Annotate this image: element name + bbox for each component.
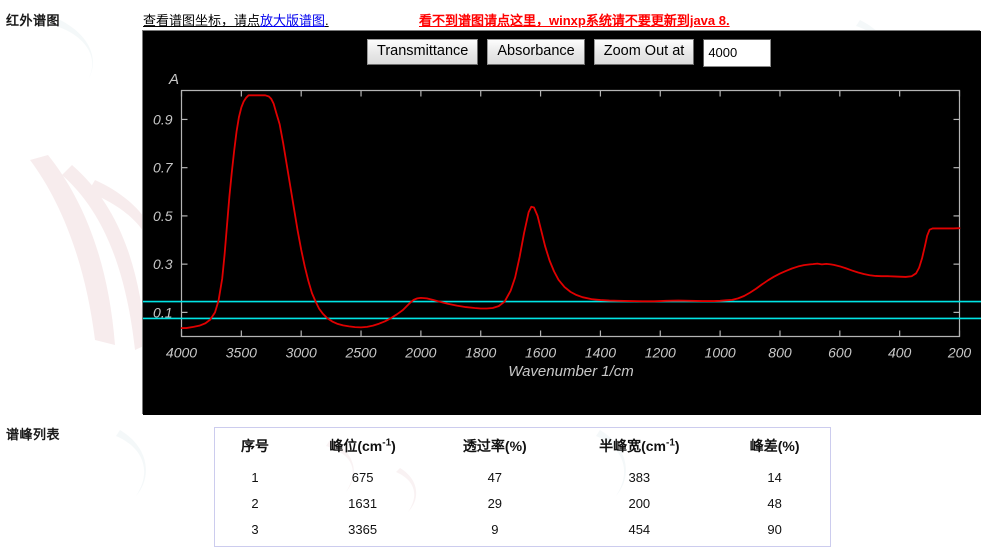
column-header-fwhm-unit: -1 [665,437,675,449]
table-header-row: 序号 峰位(cm-1) 透过率(%) 半峰宽(cm-1) 峰差(%) [215,428,830,465]
spectrum-plot[interactable]: A 4000 3500 3000 2500 2000 1800 1600 1400 1200 10… [143,31,981,415]
peak-transmittance: 47 [487,470,503,485]
column-header-fwhm-text: 半峰宽(cm [599,438,666,454]
spectrum-applet-panel: A 4000 3500 3000 2500 2000 1800 1600 1400 1200 10… [142,30,981,415]
column-header-peak-diff-text: 峰差(%) [749,438,800,454]
y-tick-label: 0.7 [153,160,174,176]
zoom-out-button[interactable]: Zoom Out at [593,39,695,66]
column-header-transmittance: 透过率(%) [430,428,559,465]
peak-list-table-body: 1 675 47 383 14 2 1631 29 200 48 3 3365 9 454 90 [215,465,830,543]
peak-list-table: 序号 峰位(cm-1) 透过率(%) 半峰宽(cm-1) 峰差(%) 1 675 4… [215,428,830,543]
x-tick-label: 1400 [585,345,616,361]
column-header-position-tail: ) [391,438,396,454]
peak-list-table-container: 序号 峰位(cm-1) 透过率(%) 半峰宽(cm-1) 峰差(%) 1 675 4… [214,427,831,547]
transmittance-button[interactable]: Transmittance [367,39,479,66]
y-tick-label: 0.5 [153,208,173,224]
x-tick-label: 2000 [404,345,436,361]
peak-transmittance: 9 [491,522,499,537]
peak-index: 1 [251,470,259,485]
y-tick-label: 0.3 [153,256,173,272]
x-tick-label: 200 [947,345,972,361]
column-header-fwhm-tail: ) [674,438,680,454]
x-tick-label: 1000 [705,345,736,361]
table-row: 2 1631 29 200 48 [215,491,830,517]
table-row: 1 675 47 383 14 [215,465,830,491]
peak-fwhm: 454 [628,522,651,537]
x-tick-label: 1800 [465,345,496,361]
coordinate-hint-suffix: . [325,13,329,28]
x-tick-label: 3500 [226,345,257,361]
y-axis-label: A [168,71,179,88]
zoom-value-input[interactable] [703,39,772,67]
coordinate-hint-prefix: 查看谱图坐标，请点 [143,13,261,28]
x-axis-title: Wavenumber 1/cm [508,363,634,380]
x-tick-label: 3000 [286,345,317,361]
x-tick-label: 2500 [344,345,376,361]
coordinate-hint: 查看谱图坐标，请点放大版谱图. [143,10,329,29]
peak-fwhm: 200 [628,496,651,511]
column-header-position-unit: -1 [382,437,392,449]
peak-index: 2 [251,496,259,511]
enlarged-spectrum-link[interactable]: 放大版谱图 [260,13,325,28]
peak-fwhm: 383 [628,470,651,485]
column-header-position: 峰位(cm-1) [295,428,430,465]
column-header-peak-diff: 峰差(%) [719,428,830,465]
peak-index: 3 [251,522,259,537]
column-header-transmittance-text: 透过率(%) [462,438,527,454]
peak-position: 675 [351,470,374,485]
column-header-fwhm: 半峰宽(cm-1) [559,428,719,465]
column-header-index: 序号 [215,428,295,465]
x-tick-label: 4000 [166,345,197,361]
peak-difference: 14 [767,470,782,485]
x-tick-label: 400 [888,345,912,361]
column-header-index-text: 序号 [240,438,269,454]
peak-position: 3365 [348,522,378,537]
x-tick-label: 1200 [645,345,676,361]
y-tick-label: 0.9 [153,111,173,127]
table-row: 3 3365 9 454 90 [215,517,830,543]
absorbance-button[interactable]: Absorbance [487,39,585,66]
java-warning-link[interactable]: 看不到谱图请点这里，winxp系统请不要更新到java 8. [419,10,730,29]
x-tick-label: 1600 [525,345,556,361]
section-title-infrared-spectrum: 红外谱图 [6,13,61,28]
peak-difference: 48 [767,496,782,511]
chart-toolbar: Transmittance Absorbance Zoom Out at [367,39,772,67]
x-tick-label: 600 [828,345,852,361]
section-title-peak-list: 谱峰列表 [6,427,61,442]
peak-position: 1631 [348,496,378,511]
column-header-position-text: 峰位(cm [329,438,383,454]
x-tick-label: 800 [768,345,792,361]
peak-difference: 90 [767,522,782,537]
peak-transmittance: 29 [487,496,503,511]
